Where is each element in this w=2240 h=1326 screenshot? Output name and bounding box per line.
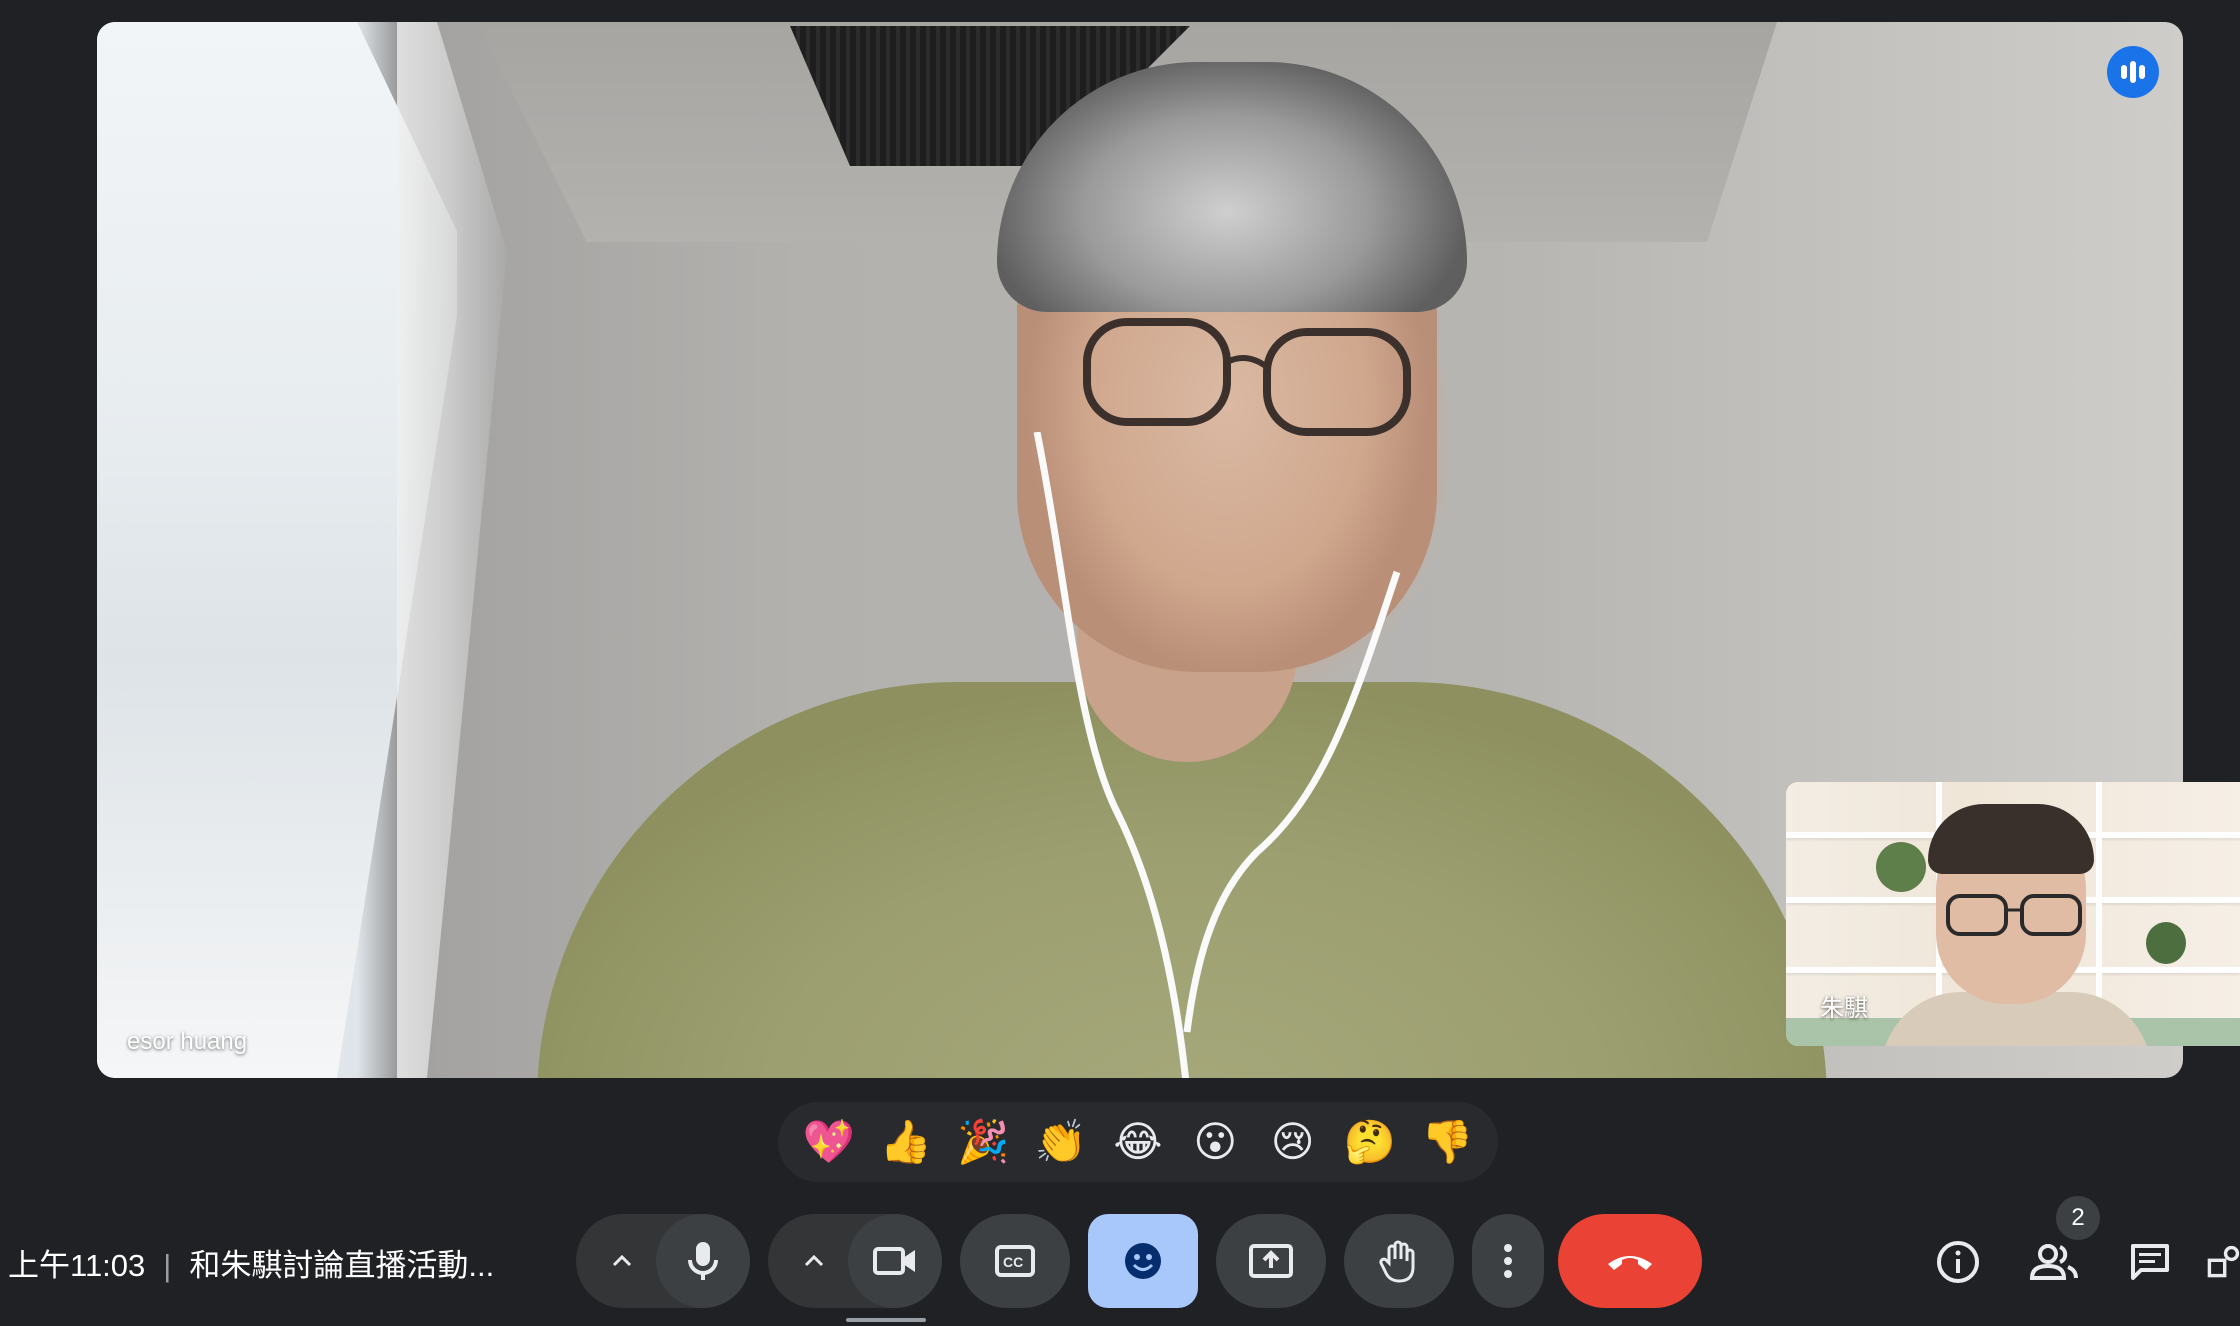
send-reaction-button[interactable] xyxy=(1088,1214,1198,1308)
mic-options-chevron-icon[interactable] xyxy=(582,1214,662,1308)
background-door-frame xyxy=(397,22,507,1078)
raise-hand-icon xyxy=(1379,1240,1415,1283)
raise-hand-button[interactable] xyxy=(1344,1214,1454,1308)
earphone-cable xyxy=(1033,432,1401,1078)
info-icon xyxy=(1937,1241,1979,1283)
meeting-title: 和朱騏討論直播活動... xyxy=(189,1248,495,1283)
participant-glasses xyxy=(1083,318,1411,436)
activities-button[interactable] xyxy=(2206,1232,2240,1292)
leave-call-button[interactable] xyxy=(1558,1214,1702,1308)
people-icon xyxy=(2030,1244,2078,1280)
reaction-clapping-hands[interactable]: 👏 xyxy=(1031,1121,1091,1163)
reaction-thumbs-up[interactable]: 👍 xyxy=(876,1121,936,1163)
reaction-party-popper[interactable]: 🎉 xyxy=(953,1121,1013,1163)
chat-icon xyxy=(2131,1244,2169,1280)
reaction-tears-of-joy[interactable]: 😂 xyxy=(1108,1121,1168,1163)
present-hint-bar xyxy=(846,1318,926,1322)
plant xyxy=(2146,922,2186,964)
self-name-label: 朱騏 xyxy=(1820,995,1868,1022)
more-options-button[interactable] xyxy=(1472,1214,1544,1308)
video-camera-icon xyxy=(873,1247,915,1275)
participant-name-label: esor huang xyxy=(127,1028,248,1055)
audio-level-icon xyxy=(2107,46,2159,98)
end-call-icon xyxy=(1608,1256,1652,1270)
self-glasses xyxy=(1946,894,2082,936)
closed-captions-icon: CC xyxy=(995,1245,1035,1277)
activities-icon xyxy=(2207,1245,2240,1278)
reaction-sparkling-heart[interactable]: 💖 xyxy=(799,1121,859,1163)
people-button[interactable] xyxy=(2024,1232,2084,1292)
microphone-icon xyxy=(688,1242,718,1280)
present-screen-icon xyxy=(1249,1244,1293,1278)
more-vert-icon xyxy=(1504,1244,1512,1278)
captions-button[interactable]: CC xyxy=(960,1214,1070,1308)
meeting-time: 上午11:03 xyxy=(8,1248,146,1283)
camera-button[interactable] xyxy=(848,1214,942,1308)
chat-button[interactable] xyxy=(2120,1232,2180,1292)
meeting-info: 上午11:03 | 和朱騏討論直播活動... xyxy=(8,1240,494,1285)
meeting-details-button[interactable] xyxy=(1928,1232,1988,1292)
reaction-surprised[interactable]: 😮 xyxy=(1185,1121,1245,1163)
microphone-button[interactable] xyxy=(656,1214,750,1308)
reaction-bar: 💖 👍 🎉 👏 😂 😮 😢 🤔 👎 xyxy=(778,1102,1498,1182)
reaction-thumbs-down[interactable]: 👎 xyxy=(1417,1121,1477,1163)
meeting-separator: | xyxy=(163,1248,172,1283)
reaction-thinking[interactable]: 🤔 xyxy=(1340,1121,1400,1163)
emoji-smile-icon xyxy=(1125,1243,1161,1279)
reaction-crying[interactable]: 😢 xyxy=(1263,1121,1323,1163)
svg-text:CC: CC xyxy=(1003,1254,1023,1270)
plant xyxy=(1876,842,1926,892)
present-button[interactable] xyxy=(1216,1214,1326,1308)
camera-options-chevron-icon[interactable] xyxy=(774,1214,854,1308)
self-view-tile[interactable]: 朱騏 xyxy=(1786,782,2240,1046)
self-hair xyxy=(1928,804,2094,874)
